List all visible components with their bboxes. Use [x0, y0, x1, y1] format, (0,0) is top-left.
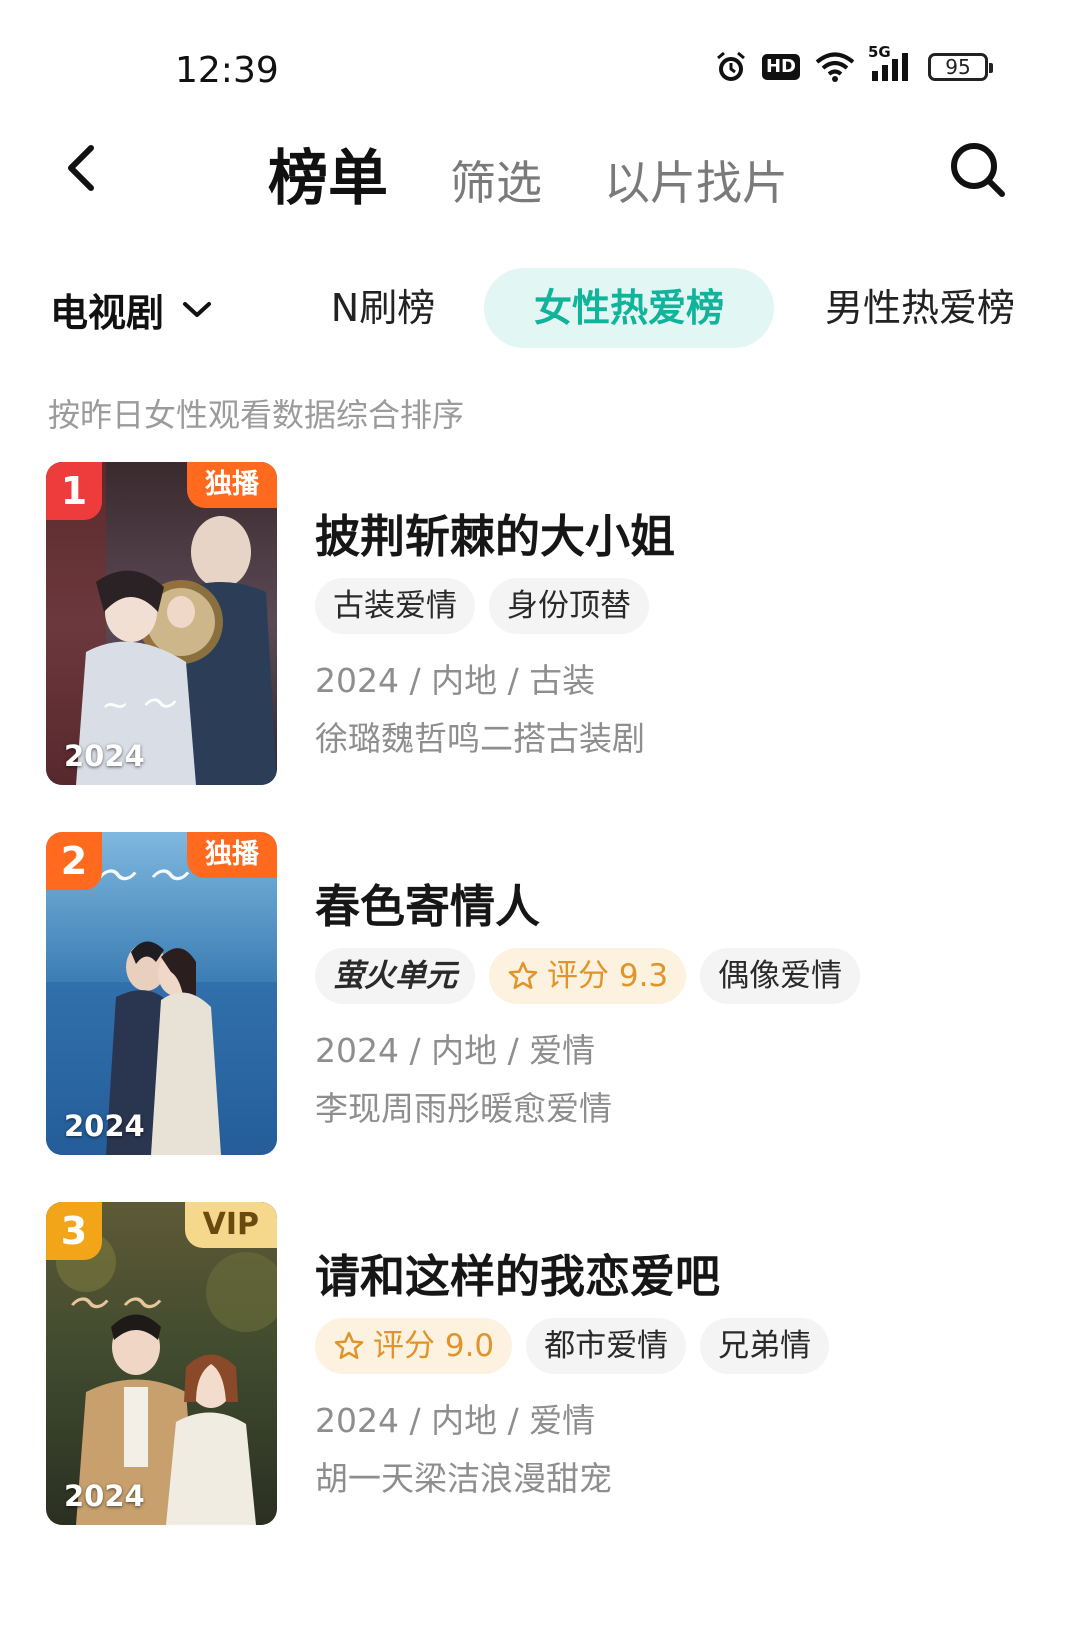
poster[interactable]: 〜 〜 2 独播 2024: [46, 832, 277, 1155]
poster[interactable]: 〜 〜 3 VIP 2024: [46, 1202, 277, 1525]
tag-chips: 评分 9.0 都市爱情 兄弟情: [315, 1318, 830, 1374]
tag-chips: 古装爱情 身份顶替: [315, 578, 649, 634]
exclusive-badge: 独播: [187, 832, 277, 878]
category-row: 电视剧 N刷榜 女性热爱榜 男性热爱榜: [0, 268, 1080, 352]
poster-year: 2024: [64, 739, 145, 773]
list-item[interactable]: 〜 〜 3 VIP 2024 请和这样的我恋爱吧 评分 9.0 都市爱情 兄弟情…: [0, 1202, 1080, 1527]
list-item[interactable]: ~ 〜 1 独播 2024 披荆斩棘的大小姐 古装爱情 身份顶替 2024 / …: [0, 462, 1080, 787]
poster-year: 2024: [64, 1479, 145, 1513]
back-button[interactable]: [55, 138, 115, 198]
show-title[interactable]: 请和这样的我恋爱吧: [315, 1240, 720, 1305]
genre-chip[interactable]: 古装爱情: [315, 578, 475, 634]
alarm-icon: [714, 50, 748, 84]
poster[interactable]: ~ 〜 1 独播 2024: [46, 462, 277, 785]
show-meta: 2024 / 内地 / 爱情: [315, 1031, 596, 1070]
genre-chip[interactable]: 偶像爱情: [700, 948, 861, 1004]
tab-ranking[interactable]: 榜单: [268, 130, 388, 217]
rank-badge: 3: [46, 1202, 102, 1260]
show-meta: 2024 / 内地 / 爱情: [315, 1401, 596, 1440]
network-type-label: 5G: [868, 43, 891, 61]
rating-label: 评分 9.0: [373, 1328, 495, 1364]
poster-calligraphy: 〜 〜: [66, 1282, 159, 1328]
hd-icon: HD: [761, 54, 800, 80]
show-title[interactable]: 披荆斩棘的大小姐: [315, 500, 675, 565]
rating-label: 评分 9.3: [547, 958, 669, 994]
tab-male-favorite[interactable]: 男性热爱榜: [810, 268, 1030, 348]
search-icon: [951, 143, 1005, 197]
tag-chips: 萤火单元 评分 9.3 偶像爱情: [315, 948, 861, 1004]
show-description: 徐璐魏哲鸣二搭古装剧: [315, 719, 645, 758]
category-dropdown-label: 电视剧: [50, 291, 165, 335]
brand-chip[interactable]: 萤火单元: [315, 948, 475, 1004]
genre-chip[interactable]: 兄弟情: [700, 1318, 830, 1374]
tab-filter[interactable]: 筛选: [450, 147, 542, 213]
title-tabs: 榜单 筛选 以片找片: [268, 130, 850, 217]
vip-badge: VIP: [184, 1202, 277, 1248]
chevron-down-icon: [183, 301, 212, 317]
rank-badge: 2: [46, 832, 102, 890]
sort-note: 按昨日女性观看数据综合排序: [48, 396, 465, 434]
exclusive-badge: 独播: [187, 462, 277, 508]
signal-icon: 5G: [868, 43, 914, 83]
genre-chip[interactable]: 都市爱情: [526, 1318, 687, 1374]
poster-year: 2024: [64, 1109, 145, 1143]
back-icon: [68, 145, 94, 191]
poster-calligraphy: ~ 〜: [101, 685, 175, 725]
rank-badge: 1: [46, 462, 102, 520]
show-meta: 2024 / 内地 / 古装: [315, 661, 596, 700]
poster-calligraphy: 〜 〜: [94, 854, 187, 900]
category-dropdown[interactable]: 电视剧: [50, 282, 212, 337]
tab-find-by-film[interactable]: 以片找片: [604, 147, 788, 213]
battery-icon: 95: [928, 53, 993, 81]
star-icon: [334, 1331, 364, 1360]
show-title[interactable]: 春色寄情人: [315, 870, 540, 935]
status-time: 12:39: [175, 50, 279, 91]
wifi-icon: [814, 51, 856, 83]
tab-female-favorite[interactable]: 女性热爱榜: [484, 268, 774, 348]
tab-n-rewatch[interactable]: N刷榜: [318, 268, 448, 348]
status-bar: 12:39 HD 5G 95: [0, 0, 1080, 110]
status-icons: HD 5G 95: [714, 43, 993, 84]
genre-chip[interactable]: 身份顶替: [489, 578, 649, 634]
top-nav: 榜单 筛选 以片找片: [0, 120, 1080, 220]
rating-chip[interactable]: 评分 9.3: [489, 948, 687, 1004]
star-icon: [508, 961, 538, 990]
search-button[interactable]: [946, 138, 1010, 202]
rating-chip[interactable]: 评分 9.0: [315, 1318, 513, 1374]
show-description: 李现周雨彤暖愈爱情: [315, 1089, 612, 1128]
list-item[interactable]: 〜 〜 2 独播 2024 春色寄情人 萤火单元 评分 9.3 偶像爱情 202…: [0, 832, 1080, 1157]
show-description: 胡一天梁洁浪漫甜宠: [315, 1459, 612, 1498]
